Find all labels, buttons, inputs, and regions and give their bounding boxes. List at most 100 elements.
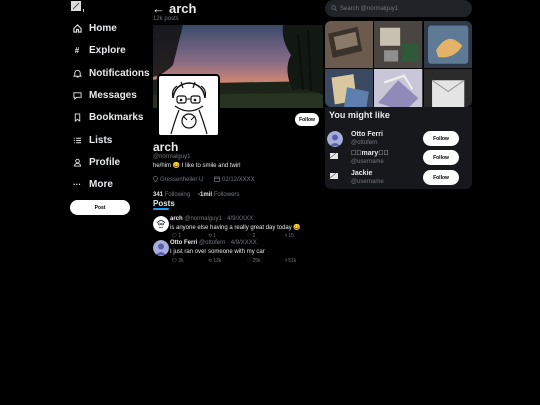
tweet-header: Otto Ferri @ottofern · 4/9/XXXX — [170, 240, 257, 246]
nav-notifications[interactable]: Notifications — [72, 68, 150, 79]
views-count: 15 — [288, 233, 294, 239]
nav-label: Profile — [89, 157, 121, 168]
tweet-author-name[interactable]: Otto Ferri — [170, 240, 197, 246]
bookmark-icon — [72, 113, 82, 123]
reply-icon: 💬︎ — [171, 258, 178, 264]
suggested-user-name[interactable]: ⃝⃝mary⃝⃝ — [351, 150, 389, 157]
retweet-action[interactable]: ⟲ 13k — [208, 258, 221, 264]
media-thumbnail[interactable] — [423, 69, 472, 107]
reply-count: 2k — [178, 258, 184, 264]
tweet-avatar[interactable] — [153, 240, 169, 256]
more-icon: ··· — [73, 180, 81, 189]
nav-label: Messages — [89, 90, 137, 101]
media-thumbnail[interactable] — [325, 21, 374, 69]
list-icon — [72, 136, 82, 146]
hashtag-icon: # — [74, 46, 80, 55]
location-pin-icon — [153, 176, 158, 184]
following-stat[interactable]: 341 Following — [153, 192, 190, 198]
follow-button[interactable]: Follow — [295, 113, 319, 126]
back-arrow-icon[interactable]: ← — [152, 1, 165, 16]
suggested-user-avatar[interactable] — [327, 170, 343, 186]
post-count: 12k posts — [153, 16, 179, 22]
retweet-count: 13k — [213, 258, 222, 264]
profile-avatar[interactable] — [157, 74, 220, 137]
like-action[interactable]: ♡ 2 — [247, 233, 255, 239]
views-action[interactable]: ⫯ 51k — [285, 258, 296, 264]
like-action[interactable]: ♡ 25k — [247, 258, 261, 264]
follow-user-button[interactable]: Follow — [423, 131, 459, 146]
suggested-user-handle: @ottofern — [351, 140, 378, 146]
nav-more[interactable]: ··· More — [72, 179, 113, 190]
media-thumbnail[interactable] — [325, 69, 374, 107]
followers-count: -1mil — [198, 192, 213, 198]
media-thumbnail[interactable] — [374, 69, 423, 107]
like-count: 2 — [252, 233, 256, 239]
retweet-action[interactable]: ⟲ 1 — [208, 233, 216, 239]
post-button[interactable]: Post — [70, 200, 130, 215]
reply-action[interactable]: 💬︎ 1 — [171, 233, 181, 239]
nav-label: More — [89, 179, 113, 190]
media-thumbnail[interactable] — [423, 21, 472, 69]
nav-messages[interactable]: Messages — [72, 90, 137, 101]
views-icon: ⫯ — [285, 258, 288, 264]
nav-explore[interactable]: # Explore — [72, 45, 126, 56]
nav-label: Bookmarks — [89, 112, 144, 123]
nav-lists[interactable]: Lists — [72, 135, 112, 146]
reply-count: 1 — [178, 233, 182, 239]
tweet-author-handle: @normalguy1 — [184, 216, 222, 222]
profile-location: Gressenheller U — [153, 176, 203, 184]
tab-active-indicator — [153, 208, 169, 210]
message-icon — [72, 91, 82, 101]
suggested-user-avatar[interactable] — [327, 150, 343, 166]
media-thumbnail[interactable] — [374, 21, 423, 69]
suggested-user-name[interactable]: Jackie — [351, 170, 372, 177]
retweet-icon: ⟲ — [208, 258, 213, 264]
person-icon — [72, 158, 82, 168]
following-count: 341 — [153, 192, 164, 198]
profile-name: arch — [153, 140, 179, 154]
heart-icon: ♡ — [247, 258, 252, 264]
x-logo-icon[interactable] — [70, 0, 90, 16]
search-icon — [331, 4, 337, 13]
tab-posts[interactable]: Posts — [153, 199, 175, 208]
tweet-header: arch @normalguy1 · 4/9/XXXX — [170, 216, 253, 222]
views-count: 51k — [288, 258, 297, 264]
nav-label: Home — [89, 23, 117, 34]
nav-profile[interactable]: Profile — [72, 157, 120, 168]
page-title: arch — [169, 1, 197, 16]
suggested-user-avatar[interactable] — [327, 131, 343, 147]
follow-user-button[interactable]: Follow — [423, 170, 459, 185]
media-grid — [325, 21, 472, 107]
tweet-date: · 4/9/XXXX — [227, 240, 257, 246]
suggested-user-name[interactable]: Otto Ferri — [351, 131, 383, 138]
followers-label: Followers — [213, 192, 240, 198]
like-count: 25k — [252, 258, 261, 264]
search-input[interactable]: Search @normalguy1 — [325, 0, 472, 17]
follow-user-button[interactable]: Follow — [423, 150, 459, 165]
nav-label: Lists — [89, 135, 113, 146]
reply-action[interactable]: 💬︎ 2k — [171, 258, 184, 264]
reply-icon: 💬︎ — [171, 233, 178, 239]
suggested-user-handle: @username — [351, 179, 384, 185]
retweet-icon: ⟲ — [208, 233, 213, 239]
profile-handle: @normalguy1 — [153, 154, 191, 160]
bell-icon — [72, 69, 82, 79]
home-icon — [72, 24, 82, 34]
suggested-user-handle: @username — [351, 159, 384, 165]
views-action[interactable]: ⫯ 15 — [285, 233, 294, 239]
views-icon: ⫯ — [285, 233, 288, 239]
tweet-author-handle: @ottofern — [199, 240, 226, 246]
followers-stat[interactable]: -1mil Followers — [198, 192, 239, 198]
tweet-date: · 4/9/XXXX — [223, 216, 254, 222]
follow-stats: 341 Following -1mil Followers — [153, 192, 239, 198]
search-placeholder: Search @normalguy1 — [340, 5, 399, 12]
tweet-author-name[interactable]: arch — [170, 216, 183, 222]
tweet-avatar[interactable] — [153, 216, 169, 232]
profile-joined: 02/12/XXXX — [214, 176, 255, 184]
location-text: Gressenheller U — [160, 177, 204, 183]
nav-label: Notifications — [89, 68, 150, 79]
calendar-icon — [214, 176, 220, 184]
nav-home[interactable]: Home — [72, 23, 117, 34]
nav-bookmarks[interactable]: Bookmarks — [72, 112, 143, 123]
nav-label: Explore — [89, 45, 126, 56]
